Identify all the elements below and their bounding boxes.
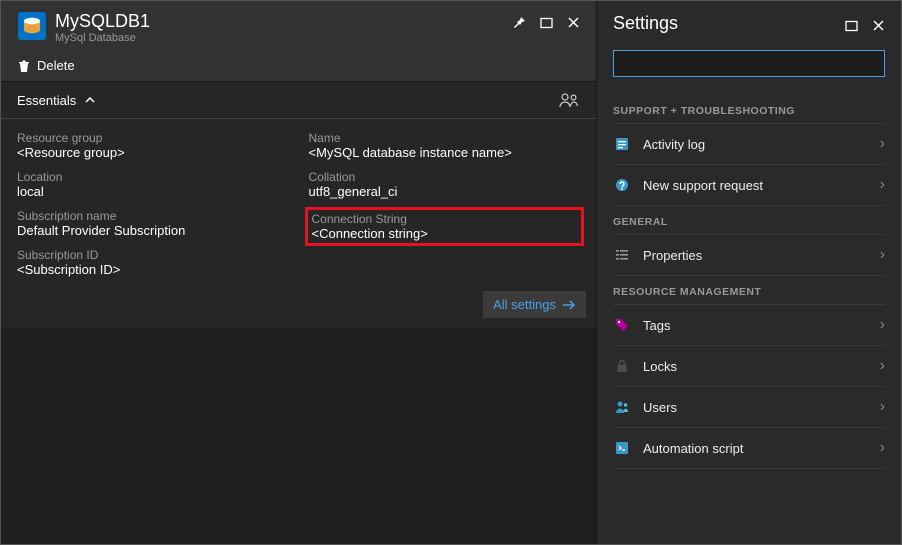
- locks-item[interactable]: Locks ›: [613, 345, 885, 386]
- support-section-header: SUPPORT + TROUBLESHOOTING: [613, 95, 885, 123]
- collation-value: utf8_general_ci: [309, 184, 581, 199]
- mysql-db-icon: [17, 11, 47, 41]
- people-icon[interactable]: [558, 92, 580, 108]
- essentials-label: Essentials: [17, 93, 76, 108]
- activity-log-icon: [613, 135, 631, 153]
- new-support-request-label: New support request: [643, 178, 880, 193]
- settings-search-input[interactable]: [613, 50, 885, 77]
- settings-close-icon[interactable]: [872, 19, 885, 32]
- connection-string-highlight: Connection String <Connection string>: [305, 207, 585, 246]
- general-section-header: GENERAL: [613, 206, 885, 234]
- properties-icon: [613, 246, 631, 264]
- collation-label: Collation: [309, 170, 581, 184]
- connection-string-label: Connection String: [312, 212, 578, 226]
- name-label: Name: [309, 131, 581, 145]
- location-value: local: [17, 184, 289, 199]
- chevron-right-icon: ›: [880, 176, 885, 194]
- properties-label: Properties: [643, 248, 880, 263]
- new-support-request-item[interactable]: New support request ›: [613, 164, 885, 206]
- automation-script-item[interactable]: Automation script ›: [613, 427, 885, 469]
- chevron-right-icon: ›: [880, 246, 885, 264]
- users-item[interactable]: Users ›: [613, 386, 885, 427]
- chevron-up-icon: [84, 94, 96, 106]
- name-value: <MySQL database instance name>: [309, 145, 581, 160]
- support-icon: [613, 176, 631, 194]
- all-settings-button[interactable]: All settings: [483, 291, 586, 318]
- automation-script-label: Automation script: [643, 441, 880, 456]
- activity-log-label: Activity log: [643, 137, 880, 152]
- users-label: Users: [643, 400, 880, 415]
- connection-string-value[interactable]: <Connection string>: [312, 226, 578, 241]
- automation-icon: [613, 439, 631, 457]
- properties-item[interactable]: Properties ›: [613, 234, 885, 276]
- pin-icon[interactable]: [512, 15, 526, 29]
- delete-label: Delete: [37, 58, 75, 73]
- settings-title: Settings: [613, 13, 845, 34]
- tag-icon: [613, 316, 631, 334]
- arrow-right-icon: [562, 300, 576, 310]
- maximize-icon[interactable]: [540, 16, 553, 29]
- subscription-id-value: <Subscription ID>: [17, 262, 289, 277]
- settings-maximize-icon[interactable]: [845, 19, 858, 32]
- resource-mgmt-section-header: RESOURCE MANAGEMENT: [613, 276, 885, 304]
- locks-label: Locks: [643, 359, 880, 374]
- tags-item[interactable]: Tags ›: [613, 304, 885, 345]
- subscription-name-value[interactable]: Default Provider Subscription: [17, 223, 289, 238]
- lock-icon: [613, 357, 631, 375]
- chevron-right-icon: ›: [880, 316, 885, 334]
- chevron-right-icon: ›: [880, 398, 885, 416]
- activity-log-item[interactable]: Activity log ›: [613, 123, 885, 164]
- chevron-right-icon: ›: [880, 357, 885, 375]
- trash-icon: [17, 59, 31, 73]
- page-title: MySQLDB1: [55, 11, 512, 32]
- chevron-right-icon: ›: [880, 135, 885, 153]
- tags-label: Tags: [643, 318, 880, 333]
- location-label: Location: [17, 170, 289, 184]
- chevron-right-icon: ›: [880, 439, 885, 457]
- subscription-id-label: Subscription ID: [17, 248, 289, 262]
- resource-group-value[interactable]: <Resource group>: [17, 145, 289, 160]
- resource-group-label: Resource group: [17, 131, 289, 145]
- page-subtitle: MySql Database: [55, 32, 512, 44]
- delete-button[interactable]: Delete: [17, 58, 75, 73]
- essentials-toggle[interactable]: Essentials: [1, 81, 596, 119]
- users-icon: [613, 398, 631, 416]
- all-settings-label: All settings: [493, 297, 556, 312]
- close-icon[interactable]: [567, 16, 580, 29]
- subscription-name-label: Subscription name: [17, 209, 289, 223]
